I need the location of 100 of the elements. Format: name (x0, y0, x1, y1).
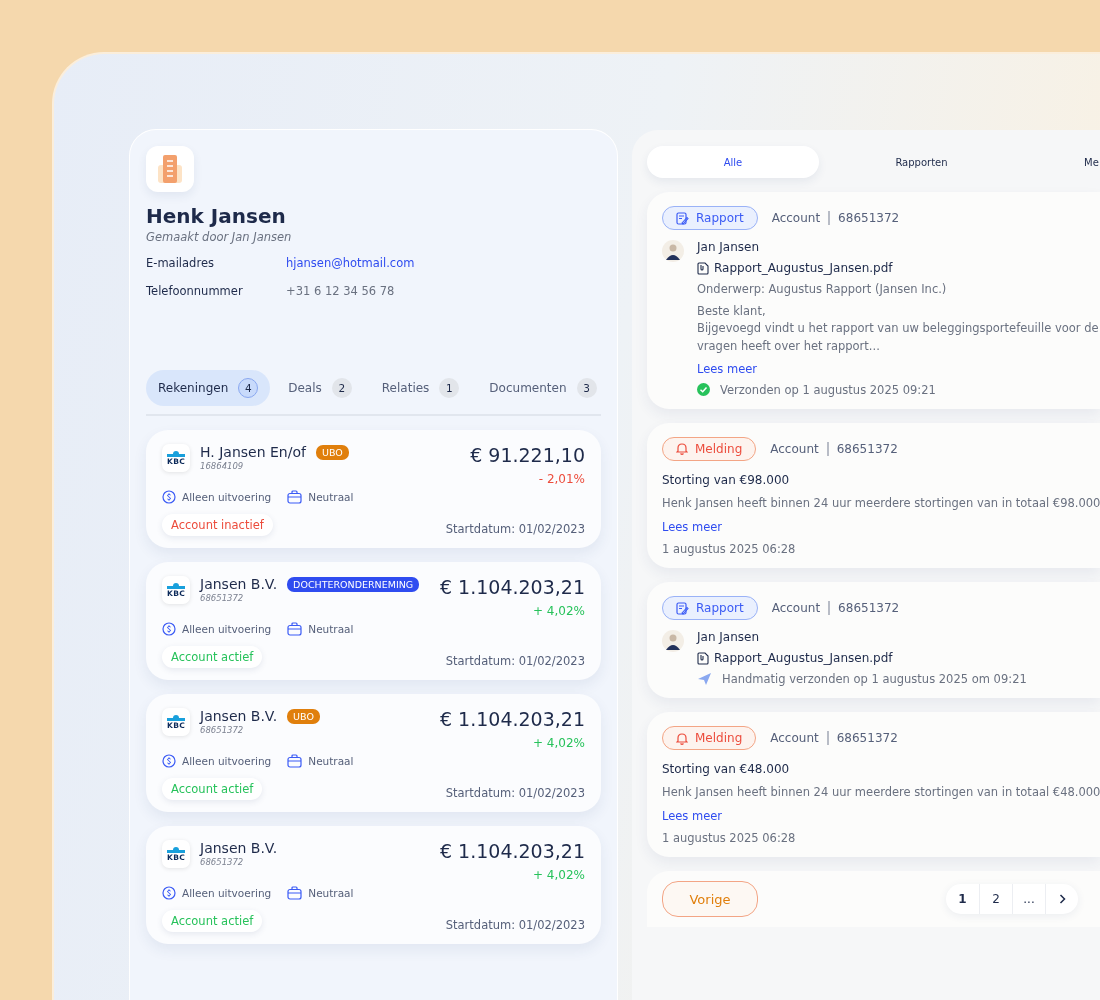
count-badge: 1 (439, 378, 460, 398)
dollar-icon (162, 622, 176, 636)
field-label: Telefoonnummer (146, 284, 244, 298)
briefcase-icon (287, 754, 303, 768)
tag: DOCHTERONDERNEMING (287, 576, 420, 592)
risk-profile: Neutraal (308, 623, 354, 635)
report-icon (676, 601, 689, 615)
dollar-icon (162, 490, 176, 504)
type-badge: Melding (662, 436, 757, 461)
avatar (662, 630, 684, 652)
file-icon (697, 261, 709, 275)
account-name: H. Jansen En/of (200, 444, 306, 460)
alert-date: 1 augustus 2025 06:28 (662, 831, 797, 846)
risk-profile: Neutraal (308, 755, 354, 767)
account-label: Account (770, 731, 829, 745)
service-label: Alleen uitvoering (182, 887, 272, 899)
tag: UBO (287, 708, 320, 724)
type-badge: Rapport (662, 596, 758, 620)
tag: UBO (315, 444, 349, 460)
page-button[interactable]: ... (1012, 884, 1045, 915)
balance-change: + 4,02% (533, 736, 585, 750)
status-pill: Account actief (162, 778, 263, 800)
start-date: Startdatum: 01/02/2023 (445, 786, 585, 800)
account-label: Account (771, 211, 831, 225)
alert-text: Henk Jansen heeft binnen 24 uur meerdere stortingen van in totaal €48.000 (662, 784, 1100, 801)
account-number: 16864109 (200, 461, 245, 471)
account-number: 68651372 (836, 441, 898, 456)
attachment-link[interactable]: Rapport_Augustus_Jansen.pdf (714, 261, 893, 275)
email-link[interactable]: hjansen@hotmail.com (286, 256, 415, 270)
read-more-link[interactable]: Lees meer (662, 809, 1100, 824)
status-pill: Account actief (162, 646, 263, 668)
account-label: Account (771, 601, 831, 615)
type-badge: Melding (662, 726, 757, 750)
chevron-right-icon (1058, 894, 1066, 905)
alert-title: Storting van €48.000 (662, 762, 791, 776)
balance-change: + 4,02% (533, 868, 585, 882)
message-text: Beste klant, Bijgevoegd vindt u het rapport van uw beleggingsportefeuille voor de vragen heeft over het rapport... (697, 303, 1099, 355)
count-badge: 4 (238, 378, 259, 398)
status-pill: Account inactief (162, 514, 273, 536)
tab[interactable]: Rekeningen 4 (146, 370, 271, 406)
balance: € 1.104.203,21 (439, 708, 585, 730)
account-number: 68651372 (838, 601, 900, 615)
sent-status: Verzonden op 1 augustus 2025 09:21 (720, 382, 936, 397)
dollar-icon (162, 754, 176, 768)
filter-tab[interactable]: Rapporten (819, 146, 1024, 178)
dollar-icon (162, 886, 176, 900)
bell-icon (676, 731, 688, 745)
account-number: 68651372 (200, 725, 245, 735)
count-badge: 3 (576, 378, 597, 398)
check-icon (697, 383, 710, 397)
balance: € 1.104.203,21 (439, 576, 585, 598)
account-number: 68651372 (836, 731, 898, 745)
attachment-link[interactable]: Rapport_Augustus_Jansen.pdf (714, 651, 893, 665)
alert-text: Henk Jansen heeft binnen 24 uur meerdere stortingen van in totaal €98.000 (662, 494, 1100, 512)
briefcase-icon (287, 886, 303, 900)
balance-change: + 4,02% (533, 604, 585, 618)
tab[interactable]: Deals 2 (276, 370, 364, 406)
sent-status: Handmatig verzonden op 1 augustus 2025 om 09:21 (722, 672, 1027, 686)
bell-icon (676, 442, 688, 456)
avatar (662, 240, 684, 262)
author-name: Jan Jansen (697, 240, 760, 254)
filter-tab[interactable]: Alle (647, 146, 819, 178)
subject: Onderwerp: Augustus Rapport (Jansen Inc.) (697, 282, 947, 296)
read-more-link[interactable]: Lees meer (662, 520, 1100, 534)
risk-profile: Neutraal (308, 491, 354, 503)
start-date: Startdatum: 01/02/2023 (445, 522, 585, 536)
status-pill: Account actief (162, 910, 263, 932)
filter-tab[interactable]: Me (1024, 146, 1099, 178)
author-name: Jan Jansen (697, 630, 760, 644)
send-icon (697, 672, 712, 686)
tab[interactable]: Documenten 3 (477, 370, 609, 406)
client-name: Henk Jansen (146, 204, 287, 228)
report-icon (676, 211, 689, 225)
risk-profile: Neutraal (308, 887, 354, 899)
type-badge: Rapport (662, 206, 758, 230)
start-date: Startdatum: 01/02/2023 (445, 654, 585, 668)
account-number: 68651372 (200, 857, 245, 867)
alert-date: 1 augustus 2025 06:28 (662, 542, 797, 556)
service-label: Alleen uitvoering (182, 623, 272, 635)
service-label: Alleen uitvoering (182, 491, 272, 503)
service-label: Alleen uitvoering (182, 755, 272, 767)
alert-title: Storting van €98.000 (662, 472, 791, 487)
account-number: 68651372 (200, 593, 245, 603)
account-name: Jansen B.V. (200, 840, 278, 856)
field-value: +31 6 12 34 56 78 (286, 284, 395, 298)
briefcase-icon (287, 490, 303, 504)
read-more-link[interactable]: Lees meer (697, 361, 758, 376)
page-button[interactable]: 1 (946, 884, 979, 915)
account-name: Jansen B.V. (200, 708, 278, 724)
page-button[interactable]: 2 (979, 884, 1012, 915)
tab[interactable]: Relaties 1 (369, 370, 472, 406)
balance-change: - 2,01% (538, 472, 585, 486)
start-date: Startdatum: 01/02/2023 (445, 918, 585, 932)
account-label: Account (770, 441, 829, 456)
account-number: 68651372 (838, 211, 900, 225)
balance: € 91.221,10 (470, 444, 585, 466)
building-icon (146, 146, 194, 192)
count-badge: 2 (331, 378, 352, 398)
file-icon (697, 651, 709, 665)
balance: € 1.104.203,21 (439, 840, 585, 862)
